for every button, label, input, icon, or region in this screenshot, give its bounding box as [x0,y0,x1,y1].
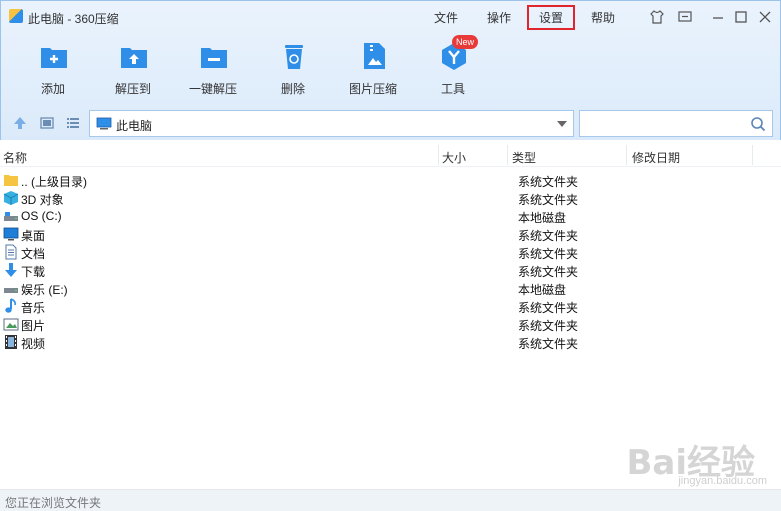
column-divider[interactable] [752,145,753,165]
toolbar-extract-to-button[interactable]: 解压到 [98,41,168,101]
toolbar-add-button[interactable]: 添加 [18,41,88,101]
toolbar-image-compress-button[interactable]: 图片压缩 [338,41,408,101]
toolbar-delete-button[interactable]: 删除 [258,41,328,101]
column-size[interactable]: 大小 [442,149,466,166]
column-type[interactable]: 类型 [512,149,536,166]
item-type: 系统文件夹 [518,337,579,351]
menu-help[interactable]: 帮助 [591,9,615,26]
menu-operate[interactable]: 操作 [487,9,511,26]
new-badge: New [452,35,479,49]
status-bar: 您正在浏览文件夹 [0,489,781,511]
item-name: 3D 对象 [21,193,64,207]
watermark-url: jingyan.baidu.com [678,475,767,487]
search-box[interactable] [579,110,773,137]
toolbar-label: 一键解压 [188,82,237,96]
list-view-icon[interactable] [65,115,81,131]
maximize-icon[interactable] [734,10,748,24]
column-header: 名称 大小 类型 修改日期 [0,145,781,167]
list-item[interactable]: 音乐 系统文件夹 [0,297,781,315]
drive-icon [4,212,18,221]
title-bar: 此电脑 - 360压缩 文件 操作 设置 帮助 [1,1,780,33]
item-type: 系统文件夹 [518,193,579,207]
window-title: 此电脑 - 360压缩 [28,12,119,26]
feedback-icon[interactable] [678,10,692,24]
item-name: OS (C:) [21,209,62,223]
recycle-bin-icon [285,45,303,69]
document-icon [5,244,17,260]
list-item[interactable]: 图片 系统文件夹 [0,315,781,333]
item-type: 系统文件夹 [518,265,579,279]
column-divider[interactable] [438,145,439,165]
list-item[interactable]: OS (C:) 本地磁盘 [0,207,781,225]
list-item[interactable]: 3D 对象 系统文件夹 [0,189,781,207]
column-divider[interactable] [626,145,627,165]
drive-icon [4,288,18,293]
item-type: 系统文件夹 [518,175,579,189]
list-item[interactable]: 视频 系统文件夹 [0,333,781,351]
add-folder-icon [41,48,67,68]
desktop-icon [3,227,19,241]
toolbar-label: 添加 [40,82,65,96]
video-icon [5,335,17,349]
item-type: 本地磁盘 [518,283,567,297]
item-name: 文档 [21,247,46,261]
item-type: 本地磁盘 [518,211,567,225]
list-item[interactable]: 桌面 系统文件夹 [0,225,781,243]
item-name: .. (上级目录) [21,175,87,189]
toolbar-label: 图片压缩 [348,82,397,96]
search-input[interactable] [586,111,746,135]
search-icon[interactable] [750,116,766,132]
minimize-icon[interactable] [711,10,725,24]
address-bar[interactable]: 此电脑 [89,110,574,137]
item-type: 系统文件夹 [518,247,579,261]
image-compress-icon [364,43,385,69]
app-logo-icon [9,9,23,23]
item-type: 系统文件夹 [518,319,579,333]
download-icon [5,263,17,277]
item-name: 桌面 [21,229,46,243]
up-arrow-icon[interactable] [12,115,28,131]
toolbar-label: 解压到 [114,82,151,96]
toolbar-label: 删除 [280,82,305,96]
skin-icon[interactable] [650,10,664,24]
item-type: 系统文件夹 [518,301,579,315]
menu-file[interactable]: 文件 [434,9,458,26]
toolbar-tools-button[interactable]: New 工具 [418,35,488,101]
item-name: 视频 [21,337,46,351]
item-name: 娱乐 (E:) [21,283,68,297]
list-item[interactable]: 文档 系统文件夹 [0,243,781,261]
menu-settings[interactable]: 设置 [526,5,576,30]
toolbar-label: 工具 [440,82,465,96]
address-text: 此电脑 [116,119,153,133]
3d-objects-icon [3,191,19,205]
computer-icon [96,117,112,130]
column-modified[interactable]: 修改日期 [632,149,680,166]
status-text: 您正在浏览文件夹 [5,496,102,510]
window-chrome: 此电脑 - 360压缩 文件 操作 设置 帮助 添加 解压到 一键解压 删除 图… [0,0,781,140]
thumbnail-view-icon[interactable] [39,115,55,131]
item-name: 图片 [21,319,46,333]
list-item[interactable]: .. (上级目录) 系统文件夹 [0,171,781,189]
list-item[interactable]: 娱乐 (E:) 本地磁盘 [0,279,781,297]
column-name[interactable]: 名称 [3,149,27,166]
close-icon[interactable] [758,10,772,24]
one-click-extract-icon [201,48,227,68]
chevron-down-icon[interactable] [557,121,567,127]
extract-to-icon [121,48,147,68]
folder-icon [4,175,18,186]
picture-icon [3,318,19,331]
item-name: 下载 [21,265,46,279]
item-type: 系统文件夹 [518,229,579,243]
music-icon [5,298,16,313]
item-name: 音乐 [21,301,46,315]
list-item[interactable]: 下载 系统文件夹 [0,261,781,279]
toolbar-one-click-extract-button[interactable]: 一键解压 [178,41,248,101]
column-divider[interactable] [507,145,508,165]
